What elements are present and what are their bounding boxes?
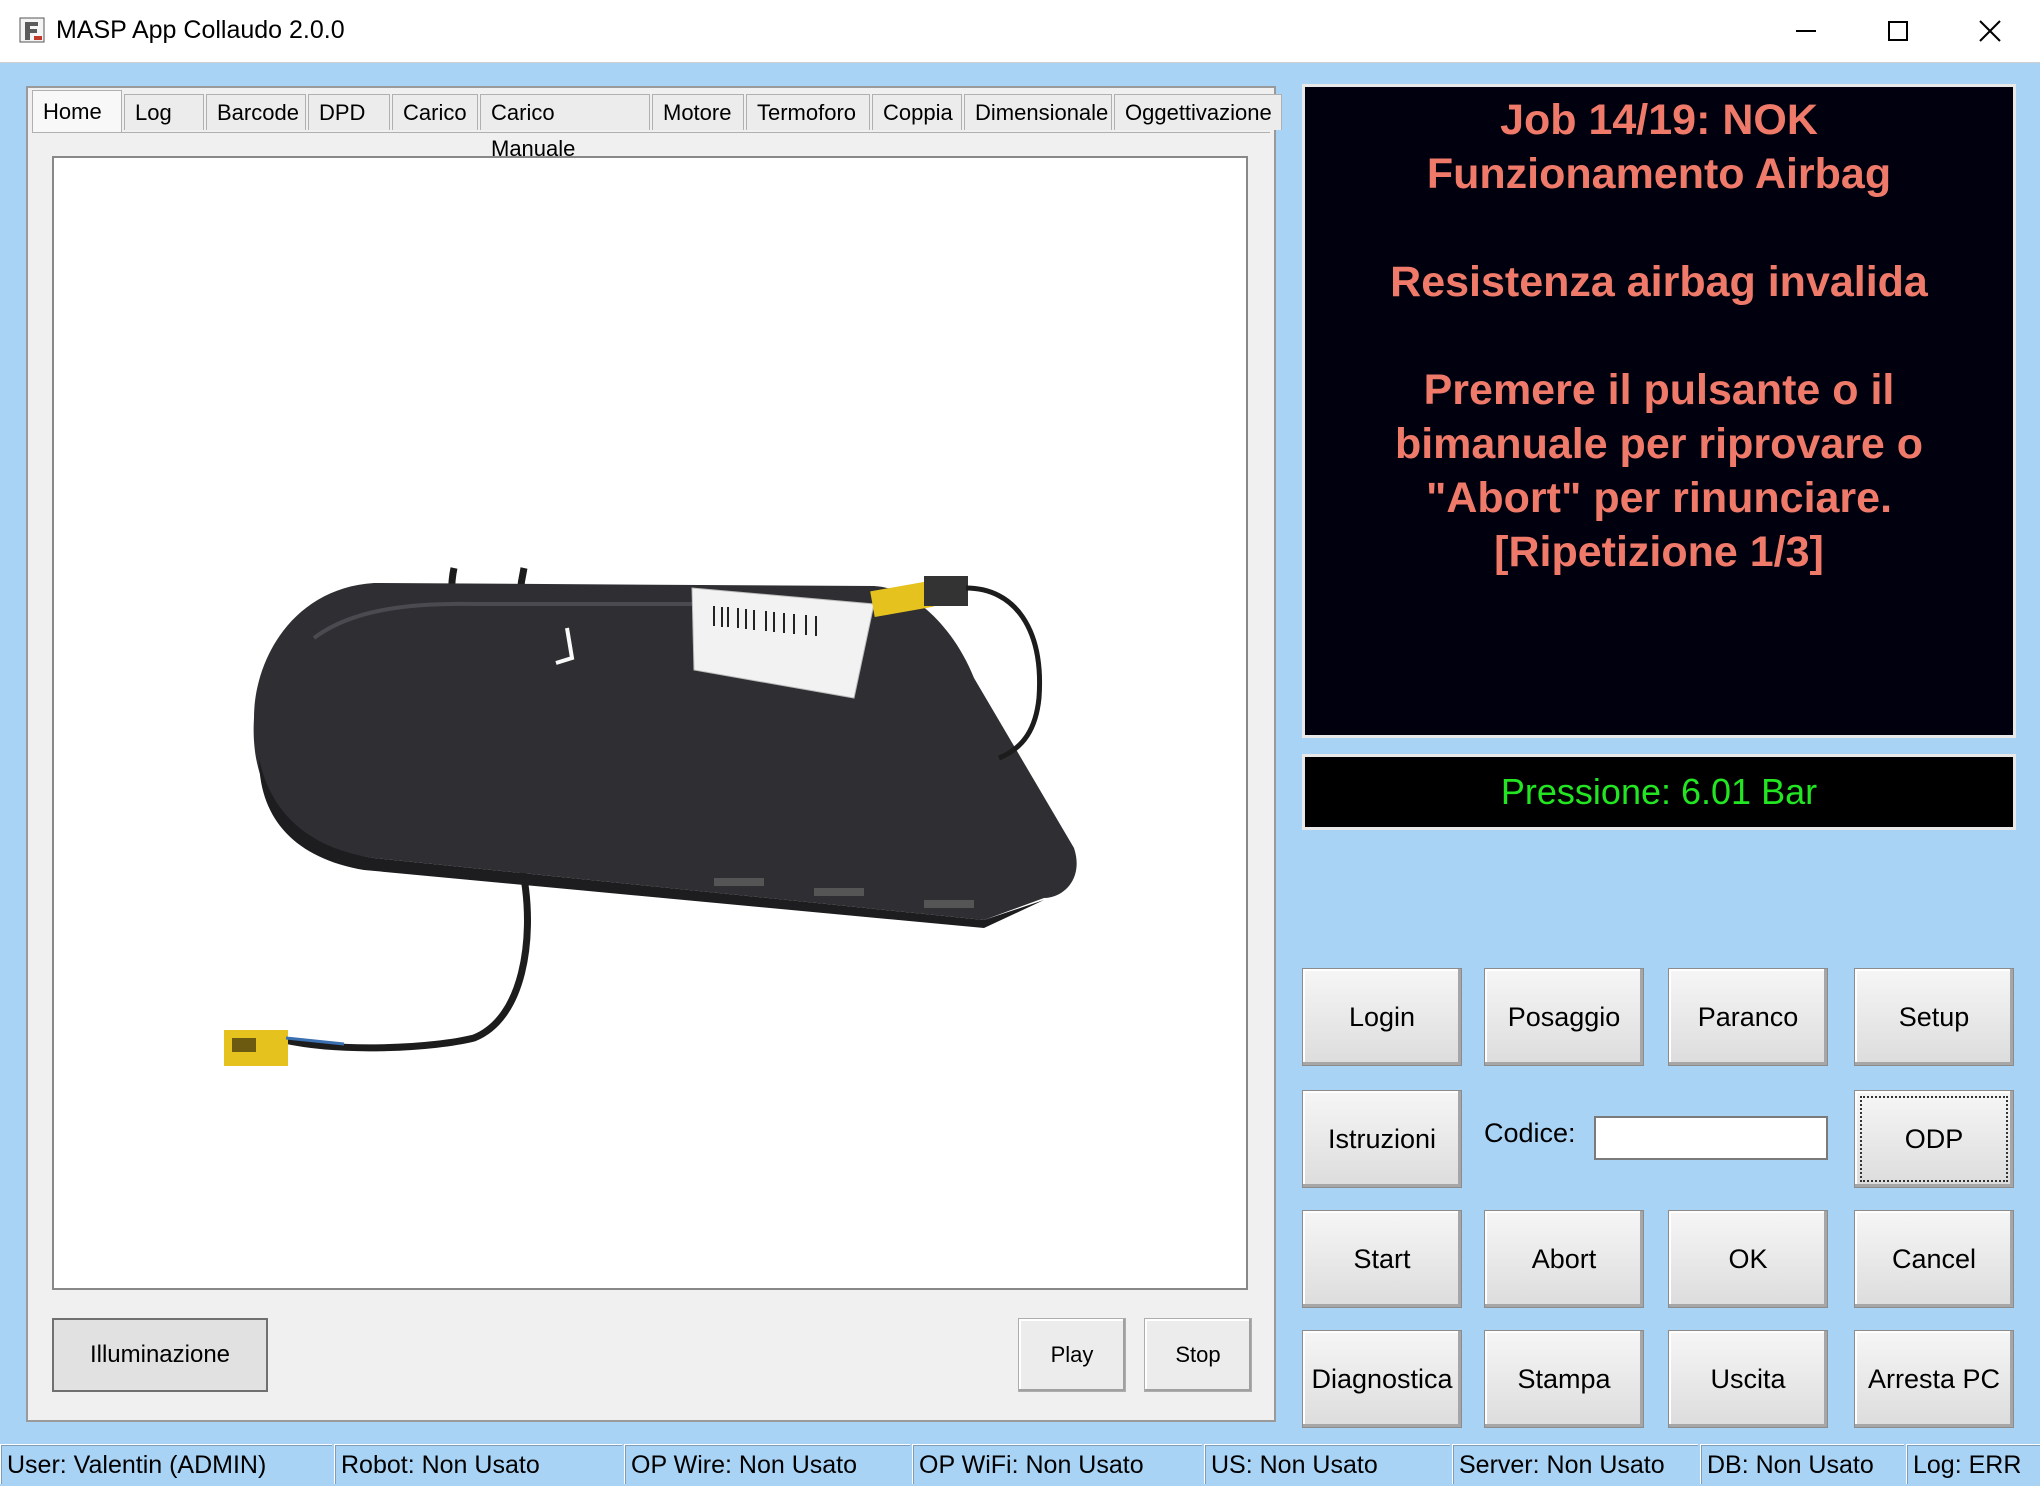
tab-log[interactable]: Log <box>124 94 204 130</box>
tab-carico-manuale[interactable]: Carico Manuale <box>480 94 650 161</box>
tab-coppia[interactable]: Coppia <box>872 94 962 130</box>
tab-termoforo[interactable]: Termoforo <box>746 94 870 130</box>
message-line-job: Job 14/19: NOK <box>1500 96 1818 144</box>
maximize-icon <box>1888 21 1908 41</box>
tab-dimensionale[interactable]: Dimensionale <box>964 94 1112 130</box>
status-op-wire: OP Wire: Non Usato <box>624 1444 910 1484</box>
job-message-panel: Job 14/19: NOK Funzionamento Airbag Resi… <box>1302 84 2016 738</box>
minimize-button[interactable] <box>1760 0 1852 62</box>
istruzioni-button[interactable]: Istruzioni <box>1302 1090 1462 1188</box>
odp-button[interactable]: ODP <box>1854 1090 2014 1188</box>
arresta-pc-button[interactable]: Arresta PC <box>1854 1330 2014 1428</box>
diagnostica-button[interactable]: Diagnostica <box>1302 1330 1462 1428</box>
pressure-readout: Pressione: 6.01 Bar <box>1302 754 2016 830</box>
posaggio-button[interactable]: Posaggio <box>1484 968 1644 1066</box>
minimize-icon <box>1796 30 1816 32</box>
tab-oggettivazione[interactable]: Oggettivazione <box>1114 94 1282 130</box>
message-line-error: Resistenza airbag invalida <box>1390 258 1928 306</box>
tab-body-border <box>32 132 1270 133</box>
app-icon <box>19 17 45 43</box>
abort-button[interactable]: Abort <box>1484 1210 1644 1308</box>
airbag-module-image <box>224 567 1077 1066</box>
stop-button[interactable]: Stop <box>1144 1318 1252 1392</box>
play-button[interactable]: Play <box>1018 1318 1126 1392</box>
status-us: US: Non Usato <box>1204 1444 1450 1484</box>
ok-button[interactable]: OK <box>1668 1210 1828 1308</box>
illuminazione-button[interactable]: Illuminazione <box>52 1318 268 1392</box>
message-line-repetition: [Ripetizione 1/3] <box>1494 528 1824 576</box>
codice-label: Codice: <box>1484 1118 1576 1148</box>
tab-barcode[interactable]: Barcode <box>206 94 306 130</box>
cancel-button[interactable]: Cancel <box>1854 1210 2014 1308</box>
maximize-button[interactable] <box>1852 0 1944 62</box>
status-user: User: Valentin (ADMIN) <box>0 1444 332 1484</box>
tab-strip: Home Log Barcode DPD Carico Carico Manua… <box>32 90 1284 161</box>
message-line-blank-2 <box>1305 309 2013 363</box>
status-log: Log: ERR <box>1906 1444 2040 1484</box>
status-db: DB: Non Usato <box>1700 1444 1904 1484</box>
tab-carico[interactable]: Carico <box>392 94 478 130</box>
paranco-button[interactable]: Paranco <box>1668 968 1828 1066</box>
close-icon <box>1979 20 2001 42</box>
message-line-instruction-3: "Abort" per rinunciare. <box>1425 474 1893 522</box>
uscita-button[interactable]: Uscita <box>1668 1330 1828 1428</box>
tab-home[interactable]: Home <box>32 90 122 132</box>
stampa-button[interactable]: Stampa <box>1484 1330 1644 1428</box>
status-bar: User: Valentin (ADMIN) Robot: Non Usato … <box>0 1442 2040 1486</box>
status-robot: Robot: Non Usato <box>334 1444 622 1484</box>
setup-button[interactable]: Setup <box>1854 968 2014 1066</box>
status-server: Server: Non Usato <box>1452 1444 1698 1484</box>
window-title: MASP App Collaudo 2.0.0 <box>56 16 345 44</box>
message-line-instruction-1: Premere il pulsante o il <box>1423 366 1895 414</box>
message-line-blank-1 <box>1305 201 2013 255</box>
title-bar: MASP App Collaudo 2.0.0 <box>0 0 2040 63</box>
login-button[interactable]: Login <box>1302 968 1462 1066</box>
message-line-test: Funzionamento Airbag <box>1426 150 1892 198</box>
close-button[interactable] <box>1944 0 2036 62</box>
pressure-text: Pressione: 6.01 Bar <box>1500 771 1818 812</box>
codice-input[interactable] <box>1594 1116 1828 1160</box>
tab-dpd[interactable]: DPD <box>308 94 390 130</box>
tab-control: Home Log Barcode DPD Carico Carico Manua… <box>26 86 1282 1422</box>
start-button[interactable]: Start <box>1302 1210 1462 1308</box>
tab-motore[interactable]: Motore <box>652 94 744 130</box>
status-op-wifi: OP WiFi: Non Usato <box>912 1444 1202 1484</box>
message-line-instruction-2: bimanuale per riprovare o <box>1394 420 1924 468</box>
product-image-frame <box>52 156 1248 1290</box>
